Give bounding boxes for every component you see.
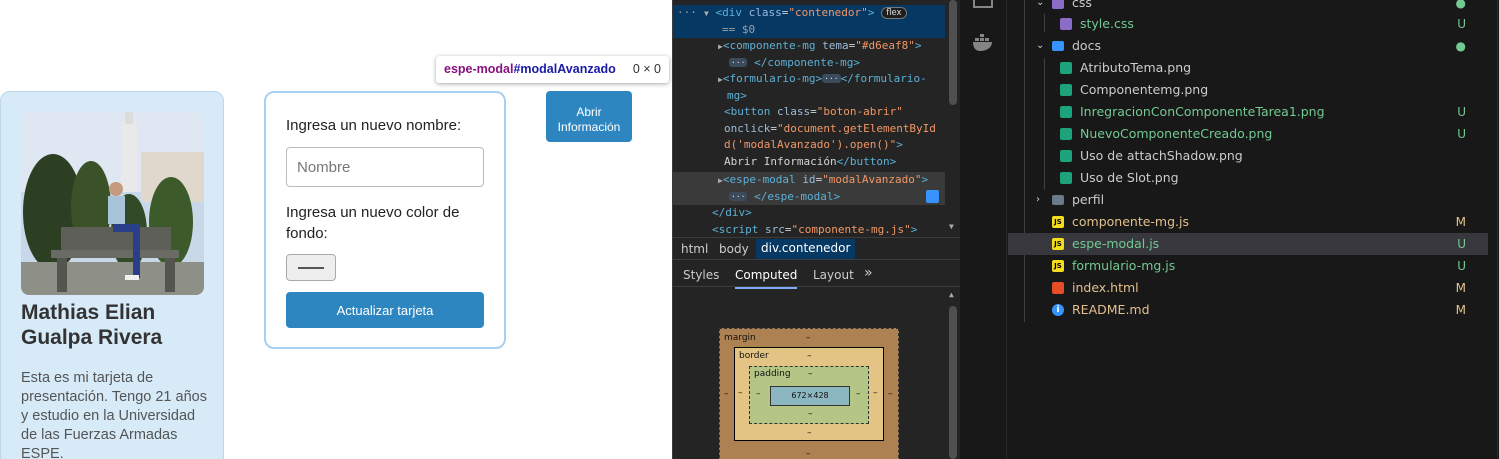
web-page-viewport: Mathias Elian Gualpa Rivera Esta es mi t… bbox=[0, 0, 672, 459]
tree-file-readme[interactable]: i README.md M bbox=[1008, 299, 1488, 321]
chevron-right-icon: › bbox=[1036, 194, 1040, 205]
ellipsis-icon[interactable]: ··· bbox=[729, 191, 748, 201]
dom-node-componente-mg[interactable]: ▶<componente-mg tema="#d6eaf8"> bbox=[673, 38, 945, 55]
dom-node-formulario-mg-close: mg> bbox=[727, 88, 747, 102]
breadcrumb-html[interactable]: html bbox=[681, 242, 708, 256]
image-file-icon bbox=[1060, 62, 1072, 74]
flex-badge[interactable]: flex bbox=[881, 7, 907, 19]
tree-file-espe-modal-js[interactable]: JS espe-modal.js U bbox=[1008, 233, 1488, 255]
dom-node-button-onclick-cont: d('modalAvanzado').open()"> bbox=[724, 138, 903, 151]
dom-scrollbar[interactable] bbox=[949, 0, 957, 105]
file-explorer: ⌄ css ● style.css U ⌄ docs ● AtributoTem… bbox=[1008, 0, 1499, 459]
scroll-down-arrow-icon[interactable]: ▼ bbox=[949, 222, 954, 231]
ellipsis-icon[interactable]: ··· bbox=[729, 57, 748, 67]
tab-styles[interactable]: Styles bbox=[683, 268, 719, 282]
profile-photo bbox=[21, 112, 204, 295]
activity-bar bbox=[960, 0, 1007, 459]
tree-folder-css[interactable]: ⌄ css ● bbox=[1008, 0, 1488, 14]
tab-layout[interactable]: Layout bbox=[813, 268, 854, 282]
element-inspect-tooltip: espe-modal#modalAvanzado 0 × 0 bbox=[436, 56, 669, 83]
card-name: Mathias Elian Gualpa Rivera bbox=[21, 301, 163, 349]
tree-file-integracion[interactable]: InregracionConComponenteTarea1.png U bbox=[1008, 101, 1488, 123]
info-icon: i bbox=[1052, 304, 1064, 316]
color-picker[interactable] bbox=[286, 254, 336, 281]
js-file-icon: JS bbox=[1052, 238, 1064, 250]
dom-node-espe-modal[interactable]: ▶<espe-modal id="modalAvanzado"> bbox=[673, 172, 945, 189]
profile-card: Mathias Elian Gualpa Rivera Esta es mi t… bbox=[0, 91, 224, 459]
box-model-diagram: margin – – – – border – – – – padding – … bbox=[673, 288, 960, 459]
js-file-icon: JS bbox=[1052, 216, 1064, 228]
folder-icon bbox=[1052, 195, 1064, 205]
css-file-icon bbox=[1060, 18, 1072, 30]
collapse-triangle-icon[interactable]: ▼ bbox=[704, 9, 709, 18]
name-field-label: Ingresa un nuevo nombre: bbox=[286, 117, 462, 134]
tree-file-componentemg[interactable]: Componentemg.png bbox=[1008, 79, 1488, 101]
chevron-down-icon: ⌄ bbox=[1036, 0, 1045, 8]
box-model-content: 672×428 bbox=[770, 386, 850, 406]
dom-node-button[interactable]: <button class="boton-abrir" bbox=[673, 104, 945, 121]
computed-scrollbar[interactable] bbox=[949, 306, 957, 459]
dom-node-button-text: Abrir Información</button> bbox=[724, 154, 897, 168]
dom-node-formulario-mg[interactable]: ▶<formulario-mg> ··· </formulario- bbox=[673, 71, 945, 88]
tree-file-nuevocomponente[interactable]: NuevoComponenteCreado.png U bbox=[1008, 123, 1488, 145]
dom-node-script[interactable]: <script src="componente-mg.js"> bbox=[673, 222, 945, 239]
chevron-down-icon: ⌄ bbox=[1036, 40, 1045, 51]
image-file-icon bbox=[1060, 84, 1072, 96]
scroll-up-arrow-icon[interactable]: ▲ bbox=[949, 290, 954, 299]
tree-file-formulario-mg-js[interactable]: JS formulario-mg.js U bbox=[1008, 255, 1488, 277]
image-file-icon bbox=[1060, 150, 1072, 162]
docs-folder-icon bbox=[1052, 41, 1064, 51]
devtools-panel: ··· ▼ <div class="contenedor"> flex == $… bbox=[672, 0, 960, 459]
dom-node-div-close: </div> bbox=[712, 206, 752, 219]
update-form: Ingresa un nuevo nombre: Ingresa un nuev… bbox=[264, 91, 506, 349]
box-model-padding: padding – – – – 672×428 bbox=[749, 366, 869, 424]
card-description: Esta es mi tarjeta de presentación. Teng… bbox=[21, 370, 207, 459]
breadcrumb-div-contenedor[interactable]: div.contenedor bbox=[756, 239, 856, 259]
tooltip-dimensions: 0 × 0 bbox=[632, 62, 661, 76]
tree-file-atributotema[interactable]: AtributoTema.png bbox=[1008, 57, 1488, 79]
tree-file-slot[interactable]: Uso de Slot.png bbox=[1008, 167, 1488, 189]
dom-selected-marker: == $0 bbox=[673, 21, 945, 38]
box-model-margin: margin – – – – border – – – – padding – … bbox=[719, 328, 899, 459]
dom-node-componente-mg-close: ··· </componente-mg> bbox=[729, 55, 861, 69]
tab-computed[interactable]: Computed bbox=[735, 268, 798, 289]
open-info-button[interactable]: Abrir Información bbox=[546, 91, 632, 142]
image-file-icon bbox=[1060, 128, 1072, 140]
breadcrumb-body[interactable]: body bbox=[719, 242, 749, 256]
more-dots-icon[interactable]: ··· bbox=[677, 5, 697, 22]
dom-node-div-contenedor[interactable]: ··· ▼ <div class="contenedor"> flex bbox=[673, 5, 945, 22]
image-file-icon bbox=[1060, 106, 1072, 118]
tree-folder-perfil[interactable]: › perfil bbox=[1008, 189, 1488, 211]
breadcrumb: html body div.contenedor bbox=[673, 237, 960, 260]
reveal-icon[interactable] bbox=[926, 189, 939, 203]
ellipsis-icon[interactable]: ··· bbox=[822, 74, 841, 83]
tooltip-id: #modalAvanzado bbox=[513, 62, 616, 76]
color-swatch bbox=[298, 267, 324, 269]
dom-node-espe-modal-close: ··· </espe-modal> bbox=[673, 188, 945, 205]
extensions-icon[interactable] bbox=[973, 0, 993, 8]
css-folder-icon bbox=[1052, 0, 1064, 9]
box-model-border: border – – – – padding – – – – 672×428 bbox=[734, 347, 884, 441]
more-tabs-icon[interactable]: » bbox=[864, 265, 873, 281]
docker-icon[interactable] bbox=[972, 34, 994, 52]
tree-file-style-css[interactable]: style.css U bbox=[1008, 13, 1488, 35]
image-file-icon bbox=[1060, 172, 1072, 184]
html-file-icon bbox=[1052, 282, 1064, 294]
dom-node-button-onclick: onclick="document.getElementById bbox=[724, 121, 936, 135]
explorer-border bbox=[1497, 0, 1498, 459]
update-card-button[interactable]: Actualizar tarjeta bbox=[286, 292, 484, 328]
tree-folder-docs[interactable]: ⌄ docs ● bbox=[1008, 35, 1488, 57]
tree-file-index-html[interactable]: index.html M bbox=[1008, 277, 1488, 299]
js-file-icon: JS bbox=[1052, 260, 1064, 272]
tree-file-attachshadow[interactable]: Uso de attachShadow.png bbox=[1008, 145, 1488, 167]
tooltip-tag: espe-modal bbox=[444, 62, 514, 76]
vscode-window: ⌄ css ● style.css U ⌄ docs ● AtributoTem… bbox=[960, 0, 1499, 459]
tree-file-componente-mg-js[interactable]: JS componente-mg.js M bbox=[1008, 211, 1488, 233]
color-field-label: Ingresa un nuevo color de fondo: bbox=[286, 204, 460, 242]
name-input[interactable] bbox=[286, 147, 484, 187]
devtools-tabs: Styles Computed Layout » bbox=[673, 261, 960, 289]
